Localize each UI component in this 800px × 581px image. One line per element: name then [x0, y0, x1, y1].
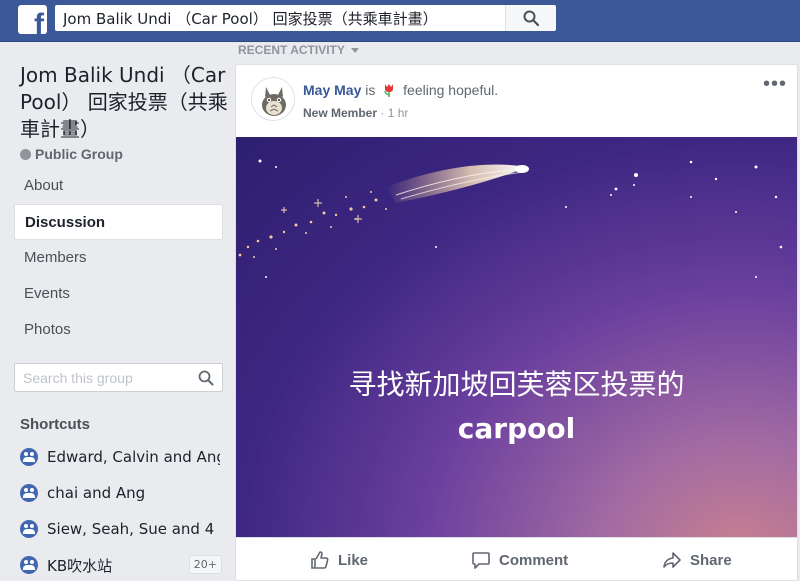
group-nav: About Discussion Members Events Photos: [14, 168, 223, 348]
shortcut-item[interactable]: chai and Ang: [20, 483, 220, 503]
shooting-star-icon: [238, 159, 783, 278]
group-search-field[interactable]: [14, 363, 223, 392]
group-privacy: Public Group: [20, 146, 123, 162]
post-header: May May is feeling hopeful.: [303, 82, 498, 98]
like-button[interactable]: Like: [310, 550, 368, 570]
more-options-icon[interactable]: •••: [763, 74, 787, 94]
nav-item-discussion[interactable]: Discussion: [14, 204, 223, 240]
nav-item-members[interactable]: Members: [14, 240, 223, 276]
nav-item-events[interactable]: Events: [14, 276, 223, 312]
banner-subheadline: carpool: [457, 412, 576, 445]
post-timestamp[interactable]: 1 hr: [388, 106, 409, 120]
group-title[interactable]: Jom Balik Undi （Car Pool） 回家投票（共乘車計畫）: [20, 62, 230, 143]
shortcuts-heading: Shortcuts: [20, 416, 91, 433]
comment-icon: [472, 552, 490, 569]
shortcut-item[interactable]: Siew, Seah, Sue and 4 ...: [20, 519, 220, 539]
caret-down-icon: [350, 47, 359, 53]
facebook-logo-icon[interactable]: f: [18, 5, 47, 34]
like-label: Like: [338, 551, 369, 569]
nav-item-photos[interactable]: Photos: [14, 312, 223, 348]
post-feeling[interactable]: feeling hopeful.: [403, 82, 498, 98]
post-author-link[interactable]: May May: [303, 82, 361, 98]
group-icon: [20, 520, 38, 538]
global-search-input[interactable]: [55, 5, 505, 31]
search-icon: [523, 10, 539, 26]
group-icon: [20, 448, 38, 466]
post-card: May May is feeling hopeful. New Member ·…: [235, 64, 798, 581]
banner-headline: 寻找新加坡回芙蓉区投票的: [348, 368, 685, 401]
thumbs-up-icon: [311, 551, 329, 569]
post-verb: is: [365, 82, 376, 98]
post-actions-bar: Like Comment Share: [236, 537, 797, 580]
share-label: Share: [690, 551, 732, 569]
comment-label: Comment: [499, 551, 569, 569]
search-icon[interactable]: [198, 370, 214, 386]
nav-item-about[interactable]: About: [14, 168, 223, 204]
shortcut-item[interactable]: KB吹水站 20+: [20, 555, 222, 575]
author-avatar[interactable]: [251, 77, 295, 121]
totoro-avatar-icon: [252, 78, 294, 120]
post-banner-image[interactable]: 寻找新加坡回芙蓉区投票的 carpool: [236, 137, 797, 537]
search-button[interactable]: [505, 5, 556, 31]
group-icon: [20, 484, 38, 502]
comment-button[interactable]: Comment: [471, 550, 568, 570]
group-icon: [20, 556, 38, 574]
unread-count-badge: 20+: [188, 555, 222, 574]
recent-activity-sort[interactable]: RECENT ACTIVITY: [238, 43, 359, 57]
shortcut-label: chai and Ang: [47, 484, 146, 502]
shortcut-label: Siew, Seah, Sue and 4 ...: [47, 520, 220, 538]
shortcut-item[interactable]: Edward, Calvin and Ang: [20, 447, 220, 467]
global-search-field[interactable]: [55, 5, 505, 31]
meta-separator: ·: [380, 106, 385, 120]
post-meta: New Member · 1 hr: [303, 106, 408, 120]
group-search-input[interactable]: [15, 364, 222, 391]
recent-activity-label: RECENT ACTIVITY: [238, 43, 345, 57]
share-button[interactable]: Share: [662, 550, 732, 570]
top-navigation-bar: f: [0, 0, 800, 42]
shortcut-label: KB吹水站: [47, 556, 113, 575]
globe-icon: [20, 148, 31, 160]
group-sidebar: Jom Balik Undi （Car Pool） 回家投票（共乘車計畫） Pu…: [0, 42, 235, 581]
group-privacy-label: Public Group: [35, 146, 123, 162]
shortcut-label: Edward, Calvin and Ang: [47, 448, 220, 466]
share-icon: [663, 552, 681, 568]
tulip-icon: [384, 84, 394, 97]
member-role: New Member: [303, 106, 378, 120]
